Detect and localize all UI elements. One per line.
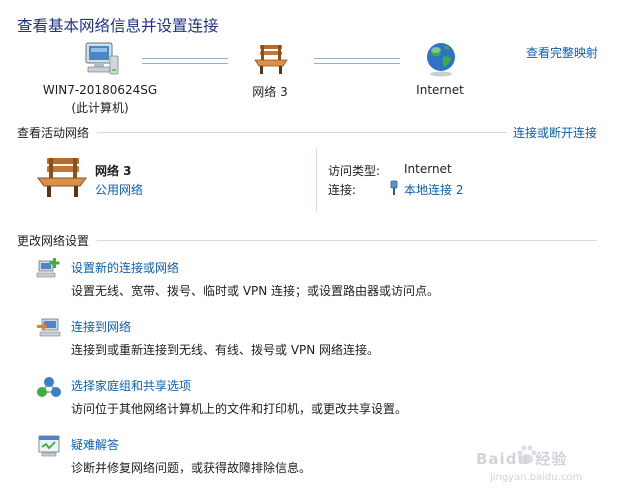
task-troubleshoot-desc: 诊断并修复网络问题，或获得故障排除信息。 <box>71 461 312 475</box>
task-homegroup-desc: 访问位于其他网络计算机上的文件和打印机，或更改共享设置。 <box>71 402 408 416</box>
baidu-watermark: Baidu 经验 jingyan.baidu.com <box>476 444 616 492</box>
bench-icon <box>37 158 87 197</box>
troubleshoot-icon <box>38 435 60 457</box>
watermark-site: jingyan.baidu.com <box>490 472 583 483</box>
view-full-map-link[interactable]: 查看完整映射 <box>526 44 598 61</box>
new-connection-icon <box>36 258 60 278</box>
change-settings-heading: 更改网络设置 <box>17 234 90 248</box>
network-name: 网络 3 <box>252 85 288 99</box>
page-title: 查看基本网络信息并设置连接 <box>17 17 219 35</box>
computer-sub-label: (此计算机) <box>71 101 129 115</box>
task-new-connection-desc: 设置无线、宽带、拨号、临时或 VPN 连接；或设置路由器或访问点。 <box>71 284 440 298</box>
computer-icon <box>85 42 119 75</box>
connection-label: 连接: <box>328 183 357 197</box>
computer-name: WIN7-20180624SG <box>42 83 158 97</box>
task-homegroup-link[interactable]: 选择家庭组和共享选项 <box>71 377 191 394</box>
section-divider <box>97 132 507 133</box>
active-network-name: 网络 3 <box>95 164 132 178</box>
network-type-link[interactable]: 公用网络 <box>95 181 143 198</box>
homegroup-icon <box>37 377 61 397</box>
connect-network-icon <box>37 318 61 337</box>
connect-disconnect-link[interactable]: 连接或断开连接 <box>513 124 597 141</box>
task-new-connection-link[interactable]: 设置新的连接或网络 <box>71 259 179 276</box>
local-connection-link[interactable]: 本地连接 2 <box>404 181 463 198</box>
access-type-value: Internet <box>404 162 452 176</box>
section-divider <box>97 240 597 241</box>
active-networks-heading: 查看活动网络 <box>17 126 90 140</box>
task-connect-network-link[interactable]: 连接到网络 <box>71 318 131 335</box>
access-type-label: 访问类型: <box>328 164 381 178</box>
globe-icon <box>427 43 455 77</box>
task-connect-network-desc: 连接到或重新连接到无线、有线、拨号或 VPN 网络连接。 <box>71 343 380 357</box>
connector-line <box>314 58 400 64</box>
ethernet-plug-icon <box>390 180 398 195</box>
task-troubleshoot-link[interactable]: 疑难解答 <box>71 436 119 453</box>
watermark-brand: Baidu 经验 <box>476 450 568 468</box>
bench-icon <box>254 45 288 74</box>
connector-line <box>142 58 228 64</box>
vertical-divider <box>316 148 317 212</box>
internet-label: Internet <box>416 83 464 97</box>
